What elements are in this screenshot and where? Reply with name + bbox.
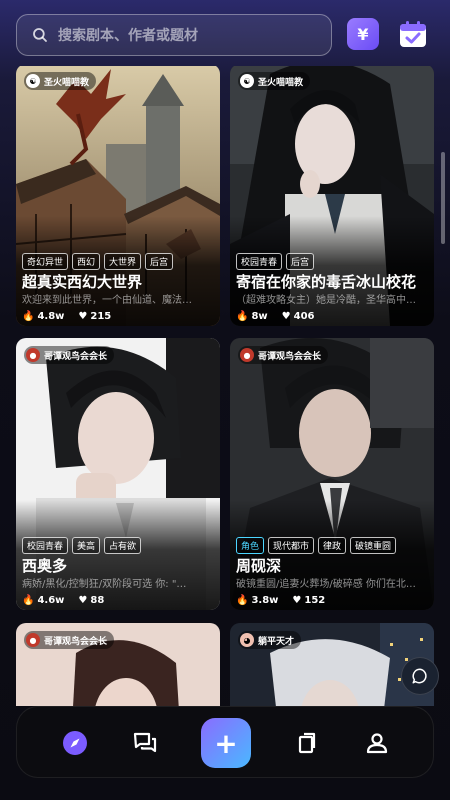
like-count: 88 <box>90 595 105 606</box>
story-stats: 🔥 4.8w ♥ 215 <box>22 311 111 322</box>
author-name: 哥谭观鸟会会长 <box>258 351 322 362</box>
coin-button[interactable]: ¥ <box>347 18 379 50</box>
story-card[interactable]: ☯ 圣火喵喵教 奇幻异世 西幻 大世界 后宫 超真实西幻大世界 欢迎来到此世界，… <box>16 66 220 326</box>
story-description: 破镜重圆/追妻火葬场/破碎感 你们在北… <box>236 579 416 590</box>
nav-profile[interactable] <box>347 707 407 779</box>
tag: 律政 <box>318 537 347 554</box>
like-count: 215 <box>90 311 112 322</box>
author-badge[interactable]: ◕ 躺平天才 <box>238 631 302 649</box>
tag: 后宫 <box>286 253 315 270</box>
heart-icon: ♥ <box>292 595 302 606</box>
tag: 后宫 <box>145 253 174 270</box>
tag: 校园青春 <box>236 253 283 270</box>
author-avatar: ● <box>26 633 40 647</box>
view-count: 4.6w <box>37 595 65 606</box>
tag-list: 校园青春 后宫 <box>236 253 315 270</box>
story-card[interactable]: ● 哥谭观鸟会会长 <box>16 623 220 706</box>
heart-icon: ♥ <box>281 311 291 322</box>
search-placeholder: 搜索剧本、作者或题材 <box>58 28 198 44</box>
checkin-button[interactable] <box>397 18 429 50</box>
story-description: 病娇/黑化/控制狂/双阶段可选 你: "… <box>22 579 187 590</box>
story-title: 周砚深 <box>236 557 282 575</box>
fire-icon: 🔥 <box>22 595 35 606</box>
author-avatar: ☯ <box>240 74 254 88</box>
author-name: 躺平天才 <box>258 636 295 647</box>
nav-messages[interactable] <box>115 707 175 779</box>
search-icon <box>33 28 47 42</box>
like-count: 152 <box>304 595 326 606</box>
view-count: 3.8w <box>251 595 279 606</box>
author-name: 哥谭观鸟会会长 <box>44 636 108 647</box>
view-count: 4.8w <box>37 311 65 322</box>
story-description: 欢迎来到此世界，一个由仙道、魔法… <box>22 295 192 306</box>
yen-coin-icon: ¥ <box>357 24 369 44</box>
chat-bubble-button[interactable] <box>401 657 439 695</box>
nav-discover[interactable] <box>45 707 105 779</box>
create-button[interactable]: + <box>201 718 251 768</box>
tag: 破镜重圆 <box>350 537 397 554</box>
tag: 美高 <box>72 537 101 554</box>
author-name: 圣火喵喵教 <box>258 77 304 88</box>
top-bar: 搜索剧本、作者或题材 ¥ <box>0 0 450 66</box>
tag-list: 奇幻异世 西幻 大世界 后宫 <box>22 253 174 270</box>
fire-icon: 🔥 <box>22 311 35 322</box>
chat-icon <box>133 732 157 753</box>
story-card[interactable]: ☯ 圣火喵喵教 校园青春 后宫 寄宿在你家的毒舌冰山校花 （超难攻略女主）她是冷… <box>230 66 434 326</box>
story-description: （超难攻略女主）她是冷酷，圣华高中… <box>236 295 416 306</box>
nav-library[interactable] <box>277 707 337 779</box>
heart-icon: ♥ <box>78 311 88 322</box>
tag-list: 角色 现代都市 律政 破镜重圆 <box>236 537 397 554</box>
story-title: 西奥多 <box>22 557 68 575</box>
tag: 占有欲 <box>104 537 142 554</box>
author-name: 圣火喵喵教 <box>44 77 90 88</box>
heart-icon: ♥ <box>78 595 88 606</box>
story-stats: 🔥 8w ♥ 406 <box>236 311 315 322</box>
story-title: 寄宿在你家的毒舌冰山校花 <box>236 273 417 291</box>
tag-list: 校园青春 美高 占有欲 <box>22 537 142 554</box>
author-avatar: ☯ <box>26 74 40 88</box>
tag: 大世界 <box>104 253 142 270</box>
search-input[interactable]: 搜索剧本、作者或题材 <box>16 14 332 56</box>
author-badge[interactable]: ● 哥谭观鸟会会长 <box>24 631 115 649</box>
bottom-nav: + <box>16 706 434 778</box>
view-count: 8w <box>251 311 268 322</box>
author-badge[interactable]: ● 哥谭观鸟会会长 <box>238 346 329 364</box>
chat-bubble-icon <box>412 668 427 684</box>
author-name: 哥谭观鸟会会长 <box>44 351 108 362</box>
tag: 奇幻异世 <box>22 253 69 270</box>
tag-highlight: 角色 <box>236 537 265 554</box>
discover-icon <box>63 731 87 755</box>
library-icon <box>298 732 316 754</box>
author-avatar: ◕ <box>240 633 254 647</box>
scrollbar[interactable] <box>441 152 445 244</box>
author-badge[interactable]: ● 哥谭观鸟会会长 <box>24 346 115 364</box>
profile-icon <box>366 733 388 754</box>
story-stats: 🔥 4.6w ♥ 88 <box>22 595 104 606</box>
fire-icon: 🔥 <box>236 311 249 322</box>
story-grid: ☯ 圣火喵喵教 奇幻异世 西幻 大世界 后宫 超真实西幻大世界 欢迎来到此世界，… <box>0 66 450 706</box>
fire-icon: 🔥 <box>236 595 249 606</box>
author-badge[interactable]: ☯ 圣火喵喵教 <box>238 72 311 90</box>
tag: 现代都市 <box>268 537 315 554</box>
story-card[interactable]: ● 哥谭观鸟会会长 校园青春 美高 占有欲 西奥多 病娇/黑化/控制狂/双阶段可… <box>16 338 220 610</box>
story-title: 超真实西幻大世界 <box>22 273 143 291</box>
calendar-check-icon <box>400 21 426 47</box>
tag: 校园青春 <box>22 537 69 554</box>
like-count: 406 <box>293 311 315 322</box>
tag: 西幻 <box>72 253 101 270</box>
plus-icon: + <box>214 726 238 760</box>
author-avatar: ● <box>26 348 40 362</box>
story-card[interactable]: ● 哥谭观鸟会会长 角色 现代都市 律政 破镜重圆 周砚深 破镜重圆/追妻火葬场… <box>230 338 434 610</box>
author-avatar: ● <box>240 348 254 362</box>
author-badge[interactable]: ☯ 圣火喵喵教 <box>24 72 97 90</box>
story-stats: 🔥 3.8w ♥ 152 <box>236 595 325 606</box>
